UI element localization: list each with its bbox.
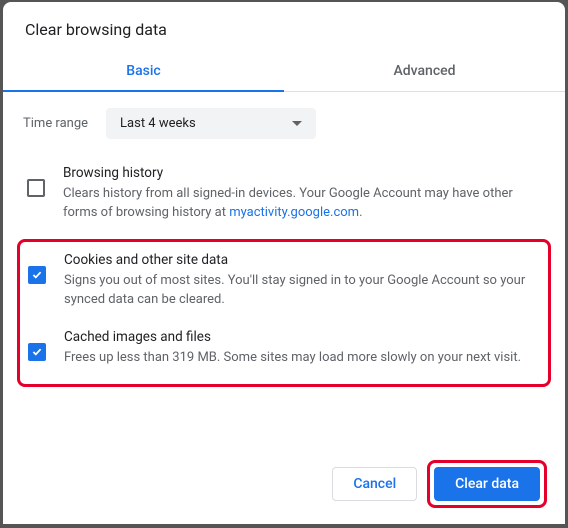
option-text: Browsing history Clears history from all… xyxy=(63,165,541,223)
option-title: Cached images and files xyxy=(64,329,540,345)
tab-basic[interactable]: Basic xyxy=(3,53,284,91)
clear-data-highlight: Clear data xyxy=(427,460,547,508)
chevron-down-icon xyxy=(292,121,302,126)
option-browsing-history: Browsing history Clears history from all… xyxy=(23,161,545,239)
time-range-row: Time range Last 4 weeks xyxy=(23,108,545,139)
option-cookies: Cookies and other site data Signs you ou… xyxy=(24,248,544,326)
cancel-button[interactable]: Cancel xyxy=(332,467,417,501)
tab-label: Advanced xyxy=(393,63,455,79)
clear-browsing-data-dialog: Clear browsing data Basic Advanced Time … xyxy=(3,2,565,524)
highlighted-options: Cookies and other site data Signs you ou… xyxy=(17,239,551,388)
checkbox-cache[interactable] xyxy=(28,343,46,361)
option-description: Signs you out of most sites. You'll stay… xyxy=(64,272,540,310)
dialog-footer: Cancel Clear data xyxy=(3,446,565,524)
checkbox-browsing-history[interactable] xyxy=(27,179,45,197)
option-text: Cookies and other site data Signs you ou… xyxy=(64,252,540,310)
time-range-select[interactable]: Last 4 weeks xyxy=(106,108,316,139)
clear-data-button[interactable]: Clear data xyxy=(434,467,540,501)
time-range-label: Time range xyxy=(23,116,88,131)
dialog-title: Clear browsing data xyxy=(3,2,565,53)
option-cache: Cached images and files Frees up less th… xyxy=(24,325,544,384)
tabs: Basic Advanced xyxy=(3,53,565,92)
option-description: Frees up less than 319 MB. Some sites ma… xyxy=(64,349,540,368)
option-title: Cookies and other site data xyxy=(64,252,540,268)
check-icon xyxy=(32,271,42,279)
option-description: Clears history from all signed-in device… xyxy=(63,185,541,223)
myactivity-link[interactable]: myactivity.google.com xyxy=(229,205,359,220)
time-range-value: Last 4 weeks xyxy=(120,116,196,131)
tab-label: Basic xyxy=(126,63,160,79)
option-title: Browsing history xyxy=(63,165,541,181)
tab-advanced[interactable]: Advanced xyxy=(284,53,565,91)
option-text: Cached images and files Frees up less th… xyxy=(64,329,540,368)
check-icon xyxy=(32,348,42,356)
checkbox-cookies[interactable] xyxy=(28,266,46,284)
dialog-body: Time range Last 4 weeks Browsing history… xyxy=(3,92,565,446)
